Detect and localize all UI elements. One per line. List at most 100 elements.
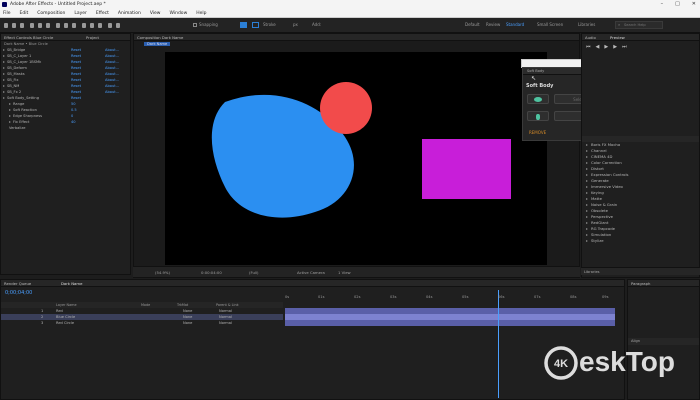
search-help-placeholder: Search Help [624,23,646,27]
paragraph-tab[interactable]: Paragraph [628,280,699,287]
snapping-label: Snapping [199,22,218,27]
playhead[interactable] [498,290,499,398]
last-frame-icon[interactable]: ⏭ [622,44,627,50]
px-label: px [293,22,298,27]
layer-pick-button[interactable] [527,111,549,121]
libraries-tab[interactable]: Libraries [581,267,700,275]
menu-layer[interactable]: Layer [74,9,87,17]
menu-window[interactable]: Window [170,9,188,17]
expand-triangle-icon[interactable] [3,73,5,75]
close-icon[interactable]: ✕ [692,0,696,9]
comp-timecode[interactable]: 0:00:04:00 [201,270,222,275]
preview-tab[interactable]: Preview [610,34,625,41]
fill-swatch[interactable] [240,22,247,28]
workspace-standard[interactable]: Standard [506,22,524,27]
workspace-review[interactable]: Review [486,22,500,27]
mouse-cursor-icon: ↖ [531,75,537,82]
effect-param-row[interactable]: Verbalize [9,125,134,131]
timeline-comp-tab[interactable]: Dark Name [61,280,82,287]
first-frame-icon[interactable]: ⏮ [586,44,591,50]
menu-effect[interactable]: Effect [96,9,109,17]
minimize-icon[interactable]: – [661,0,664,9]
audio-tab[interactable]: Audio [585,35,596,40]
expand-triangle-icon[interactable] [9,109,11,111]
expand-triangle-icon[interactable] [9,103,11,105]
expand-triangle-icon[interactable] [3,49,5,51]
puppet-tool-icon[interactable] [116,23,120,28]
effect-controls-header: Effect Controls Blue Circle Project [1,34,130,41]
roto-tool-icon[interactable] [108,23,112,28]
pen-tool-icon[interactable] [64,23,68,28]
drop-icon [536,114,540,120]
selection-tool-icon[interactable] [4,23,8,28]
effect-controls-tab[interactable]: Effect Controls Blue Circle [4,35,53,40]
zoom-level[interactable]: (54.9%) [155,270,170,275]
prev-frame-icon[interactable]: ◀ [596,44,600,50]
menu-edit[interactable]: Edit [20,9,29,17]
expand-triangle-icon[interactable] [3,55,5,57]
workspace-small-screen[interactable]: Small Screen [537,22,563,27]
menu-animation[interactable]: Animation [118,9,141,17]
camera-tool-icon[interactable] [38,23,42,28]
ruler-tick: 04s [426,295,433,299]
menu-file[interactable]: File [3,9,11,17]
comp-subtab-dark-name[interactable]: Dark Name [144,42,171,46]
expand-triangle-icon[interactable] [3,91,5,93]
red-circle-layer[interactable] [320,82,372,134]
eraser-tool-icon[interactable] [98,23,102,28]
maximize-icon[interactable]: □ [675,0,680,9]
expand-triangle-icon[interactable] [9,121,11,123]
composition-shapes [211,82,511,218]
resolution-select[interactable]: (Full) [249,270,258,275]
composition-control-bar: (54.9%) 0:00:04:00 (Full) Active Camera … [133,266,580,277]
expand-triangle-icon[interactable] [3,61,5,63]
composition-tab[interactable]: Composition Dark Name [137,35,183,40]
pan-tool-icon[interactable] [46,23,50,28]
expand-triangle-icon[interactable] [3,85,5,87]
ruler-tick: 01s [318,295,325,299]
window-title: Adobe After Effects - Untitled Project.a… [10,2,106,7]
effects-category[interactable]: Stylize [586,238,604,244]
next-frame-icon[interactable]: ▶ [613,44,617,50]
timeline-header: Render Queue Dark Name [1,280,624,287]
rotate-tool-icon[interactable] [30,23,34,28]
clone-tool-icon[interactable] [90,23,94,28]
timeline-timecode[interactable]: 0;00;04;00 [5,290,32,296]
ruler-tick: 02s [354,295,361,299]
menu-view[interactable]: View [150,9,161,17]
workspace-default[interactable]: Default [465,22,480,27]
timeline-panel: Render Queue Dark Name 0;00;04;00 Layer … [0,279,625,400]
app-icon [2,2,7,7]
remove-button[interactable]: REMOVE [529,130,546,135]
play-icon[interactable]: ▶ [604,44,608,50]
project-tab[interactable]: Project [86,34,99,41]
expand-triangle-icon[interactable] [3,67,5,69]
eye-icon [534,97,542,102]
search-help-field[interactable]: ⌕ Search Help [615,21,663,29]
expand-triangle-icon[interactable] [3,79,5,81]
magenta-rectangle-layer[interactable] [422,139,511,199]
workspace-libraries[interactable]: Libraries [578,22,595,27]
soft-body-title: Soft Body [526,83,554,89]
expand-triangle-icon[interactable] [3,97,5,99]
rectangle-tool-icon[interactable] [56,23,60,28]
render-queue-tab[interactable]: Render Queue [4,281,31,286]
composition-subtabs: Dark Name [134,41,579,48]
menu-composition[interactable]: Composition [37,9,65,17]
stroke-swatch[interactable] [252,22,259,28]
views-select[interactable]: 1 View [338,270,351,275]
composition-canvas[interactable] [165,52,547,265]
hand-tool-icon[interactable] [12,23,16,28]
effector-pick-button[interactable] [527,94,549,104]
stroke-label: Stroke [263,22,276,27]
zoom-tool-icon[interactable] [20,23,24,28]
menu-help[interactable]: Help [196,9,206,17]
add-label[interactable]: Add: [312,22,321,27]
layer-duration-bar[interactable] [285,320,615,326]
expand-triangle-icon[interactable] [9,115,11,117]
snapping-checkbox[interactable] [193,23,197,27]
brush-tool-icon[interactable] [82,23,86,28]
table-row[interactable]: 3 Red Circle None Normal [1,320,283,326]
camera-select[interactable]: Active Camera [297,270,325,275]
type-tool-icon[interactable] [72,23,76,28]
